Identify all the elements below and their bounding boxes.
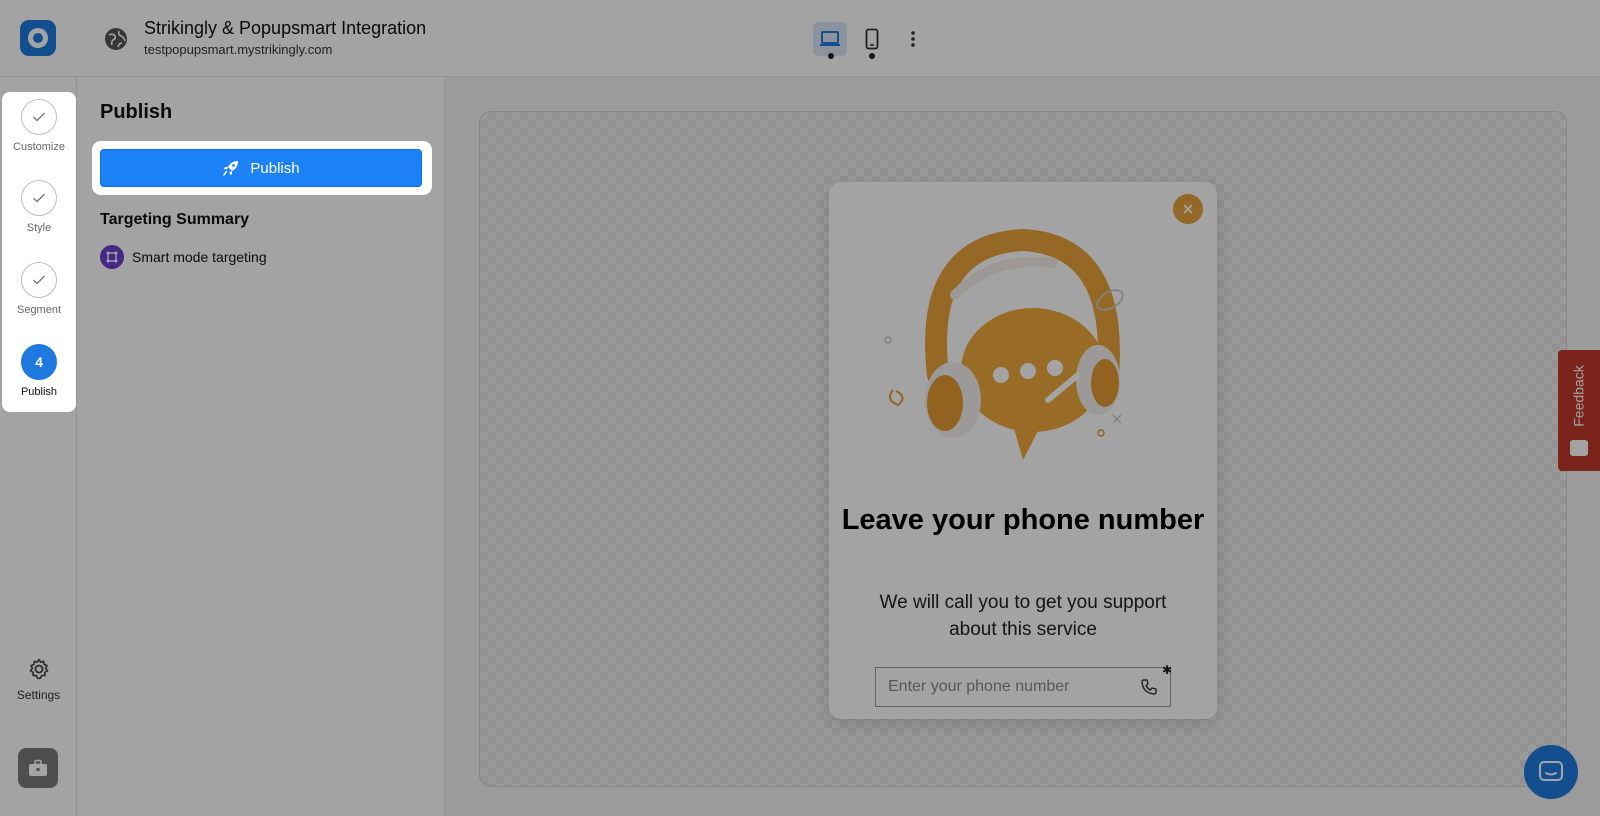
check-icon xyxy=(21,99,57,135)
step-label: Publish xyxy=(20,386,58,398)
mobile-indicator-dot xyxy=(869,53,875,59)
targeting-summary-item: Smart mode targeting xyxy=(100,245,267,269)
desktop-preview-button[interactable] xyxy=(813,22,847,56)
briefcase-icon[interactable] xyxy=(18,748,58,788)
step-customize[interactable]: Customize xyxy=(2,99,76,153)
settings-button[interactable]: Settings xyxy=(0,657,77,702)
step-label: Style xyxy=(26,222,52,234)
phone-input[interactable] xyxy=(888,678,1140,696)
feedback-label-wrap[interactable]: Feedback xyxy=(1558,350,1600,442)
targeting-item-label: Smart mode targeting xyxy=(132,249,267,265)
popup-title: Leave your phone number xyxy=(841,504,1205,536)
feedback-label: Feedback xyxy=(1571,365,1588,427)
more-options-icon[interactable] xyxy=(900,26,926,52)
popup-close-icon[interactable] xyxy=(1173,194,1203,224)
step-segment[interactable]: Segment xyxy=(2,262,76,316)
required-asterisk-icon: ✱ xyxy=(1162,663,1173,677)
check-icon xyxy=(21,180,57,216)
panel-heading: Publish xyxy=(100,101,173,123)
publish-button[interactable]: Publish xyxy=(100,149,422,187)
step-label: Segment xyxy=(16,304,62,316)
phone-input-field[interactable] xyxy=(875,667,1171,707)
phone-icon xyxy=(1141,679,1157,695)
headphones-illustration xyxy=(883,225,1163,475)
step-label: Customize xyxy=(13,141,65,153)
step-number: 4 xyxy=(21,344,57,380)
mobile-icon xyxy=(865,28,879,50)
targeting-summary-title: Targeting Summary xyxy=(100,211,250,228)
feedback-face-icon xyxy=(1570,440,1588,456)
check-icon xyxy=(21,262,57,298)
step-style[interactable]: Style xyxy=(2,180,76,234)
chat-support-icon[interactable] xyxy=(1524,745,1578,799)
gear-icon xyxy=(29,658,48,680)
site-title: Strikingly & Popupsmart Integration xyxy=(144,18,427,38)
settings-label: Settings xyxy=(16,688,61,702)
rocket-icon xyxy=(223,161,239,176)
site-url: testpopupsmart.mystrikingly.com xyxy=(144,42,333,57)
steps-navigation: Customize Style Segment 4 Publish xyxy=(2,92,76,412)
mobile-preview-button[interactable] xyxy=(855,22,889,56)
publish-button-label: Publish xyxy=(250,159,300,177)
step-publish[interactable]: 4 Publish xyxy=(2,344,76,398)
globe-icon xyxy=(103,26,129,52)
popup-subtitle: We will call you to get you support abou… xyxy=(879,592,1167,640)
desktop-indicator-dot xyxy=(828,53,834,59)
smart-mode-icon xyxy=(100,245,124,269)
laptop-icon xyxy=(820,31,840,46)
top-bar: Strikingly & Popupsmart Integration test… xyxy=(0,0,1600,77)
popupsmart-logo[interactable] xyxy=(20,20,56,56)
